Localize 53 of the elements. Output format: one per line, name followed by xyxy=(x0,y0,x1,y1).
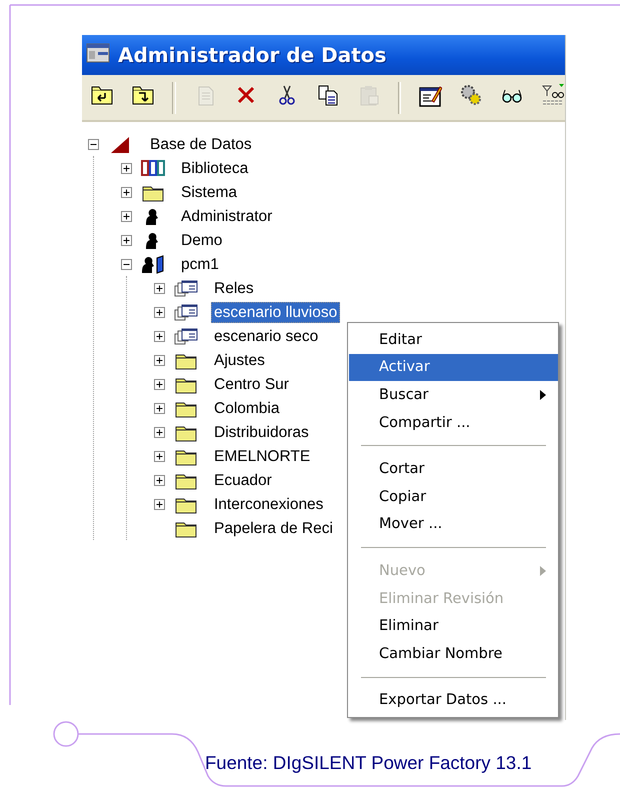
expander-toggle[interactable] xyxy=(121,162,132,174)
tree-item[interactable]: Reles xyxy=(211,278,257,298)
source-caption: Fuente: DIgSILENT Power Factory 13.1 xyxy=(205,752,532,774)
tree-item[interactable]: Base de Datos xyxy=(147,134,255,154)
expander-toggle[interactable] xyxy=(88,138,99,150)
menu-item[interactable]: Mover ... xyxy=(349,510,558,538)
menu-item[interactable]: Copiar xyxy=(349,482,558,511)
menu-item[interactable]: Cambiar Nombre xyxy=(349,640,558,668)
tree-item[interactable]: escenario seco xyxy=(211,326,322,346)
submenu-arrow-icon xyxy=(540,390,546,400)
tree-item[interactable]: Ecuador xyxy=(211,470,275,490)
tree-item[interactable]: Biblioteca xyxy=(178,158,252,178)
copy-icon[interactable] xyxy=(316,83,340,107)
tree-item[interactable]: Papelera de Reci xyxy=(211,518,336,538)
tree-item[interactable]: Colombia xyxy=(211,398,282,418)
menu-item[interactable]: Buscar xyxy=(349,381,558,409)
menu-item[interactable]: Compartir ... xyxy=(349,408,558,436)
tree-item[interactable]: Interconexiones xyxy=(211,494,326,514)
filter-icon[interactable] xyxy=(541,83,565,107)
expander-toggle[interactable] xyxy=(154,378,165,390)
tree-item[interactable]: Ajustes xyxy=(211,350,268,370)
tree-item[interactable]: Distribuidoras xyxy=(211,422,312,442)
menu-item[interactable]: Editar xyxy=(349,326,558,354)
menu-item[interactable]: Cortar xyxy=(349,455,558,483)
expander-toggle[interactable] xyxy=(154,282,165,294)
expander-toggle[interactable] xyxy=(121,186,132,198)
expander-toggle[interactable] xyxy=(121,210,132,222)
tree-item[interactable]: Demo xyxy=(178,230,226,250)
tree-item[interactable]: escenario lluvioso xyxy=(211,302,340,322)
tree-item[interactable]: pcm1 xyxy=(178,254,222,274)
expander-toggle[interactable] xyxy=(154,306,165,318)
expander-toggle[interactable] xyxy=(154,426,165,438)
gears-icon[interactable] xyxy=(459,83,483,107)
expander-toggle[interactable] xyxy=(154,498,165,510)
books-icon xyxy=(140,157,166,179)
expander-toggle[interactable] xyxy=(154,354,165,366)
person-book-icon xyxy=(140,253,166,275)
menu-item[interactable]: Eliminar xyxy=(349,612,558,640)
window-icon xyxy=(86,42,110,64)
menu-item[interactable]: Activar xyxy=(349,354,558,382)
submenu-arrow-icon xyxy=(540,566,546,576)
expander-toggle[interactable] xyxy=(154,474,165,486)
expander-toggle[interactable] xyxy=(154,450,165,462)
expander-toggle[interactable] xyxy=(154,330,165,342)
tree-item[interactable]: Administrator xyxy=(178,206,276,226)
tree-item[interactable]: EMELNORTE xyxy=(211,446,314,466)
expander-toggle[interactable] xyxy=(121,258,132,270)
window-title: Administrador de Datos xyxy=(118,43,386,67)
tree-item[interactable]: Sistema xyxy=(178,182,240,202)
tree-item[interactable]: Centro Sur xyxy=(211,374,292,394)
expander-toggle[interactable] xyxy=(121,234,132,246)
expander-toggle[interactable] xyxy=(154,402,165,414)
menu-item[interactable]: Exportar Datos ... xyxy=(349,686,558,714)
